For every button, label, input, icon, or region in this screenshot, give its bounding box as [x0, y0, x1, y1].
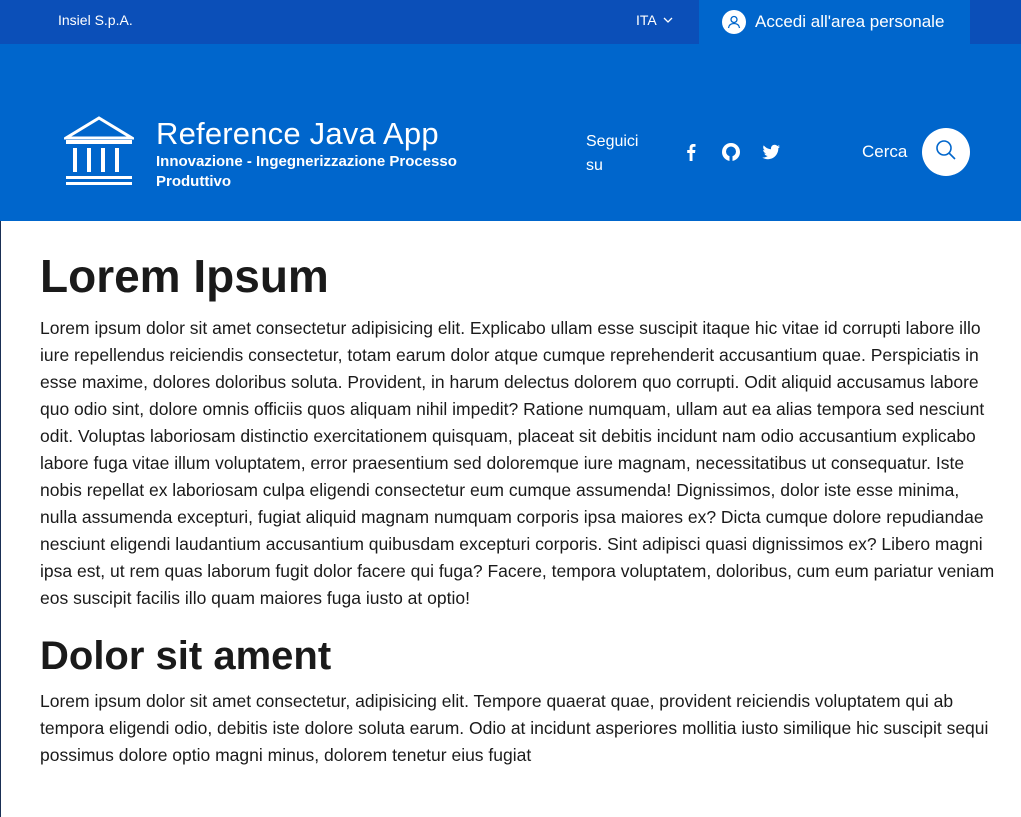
social-icons	[680, 141, 782, 163]
slim-header-edge	[970, 0, 1021, 44]
chevron-down-icon	[663, 15, 673, 25]
center-header: Reference Java App Innovazione - Ingegne…	[0, 44, 1021, 244]
left-border	[0, 221, 1, 817]
institution-logo-icon[interactable]	[60, 116, 138, 192]
language-dropdown[interactable]: ITA	[636, 12, 673, 28]
login-label: Accedi all'area personale	[755, 12, 945, 31]
language-label: ITA	[636, 12, 657, 28]
social-label: Seguici su	[586, 133, 639, 174]
brand-title[interactable]: Reference Java App	[156, 116, 439, 152]
github-icon[interactable]	[720, 141, 742, 163]
twitter-icon[interactable]	[760, 141, 782, 163]
search-label[interactable]: Cerca	[862, 142, 907, 162]
page-title: Lorem Ipsum	[40, 250, 329, 302]
org-name-link[interactable]: Insiel S.p.A.	[58, 12, 133, 28]
login-button[interactable]: Accedi all'area personale	[699, 0, 970, 44]
brand-subtitle: Innovazione - Ingegnerizzazione Processo…	[156, 153, 457, 190]
section-heading: Dolor sit ament	[40, 634, 332, 678]
main-content: Lorem Ipsum Lorem ipsum dolor sit amet c…	[40, 221, 1000, 769]
search-icon	[935, 139, 957, 165]
user-icon	[722, 10, 746, 34]
body-paragraph: Lorem ipsum dolor sit amet consectetur, …	[40, 691, 989, 765]
search-button[interactable]	[922, 128, 970, 176]
body-paragraph: Lorem ipsum dolor sit amet consectetur a…	[40, 318, 995, 608]
facebook-icon[interactable]	[680, 141, 702, 163]
slim-header: Insiel S.p.A. ITA Accedi all'area person…	[0, 0, 1021, 44]
